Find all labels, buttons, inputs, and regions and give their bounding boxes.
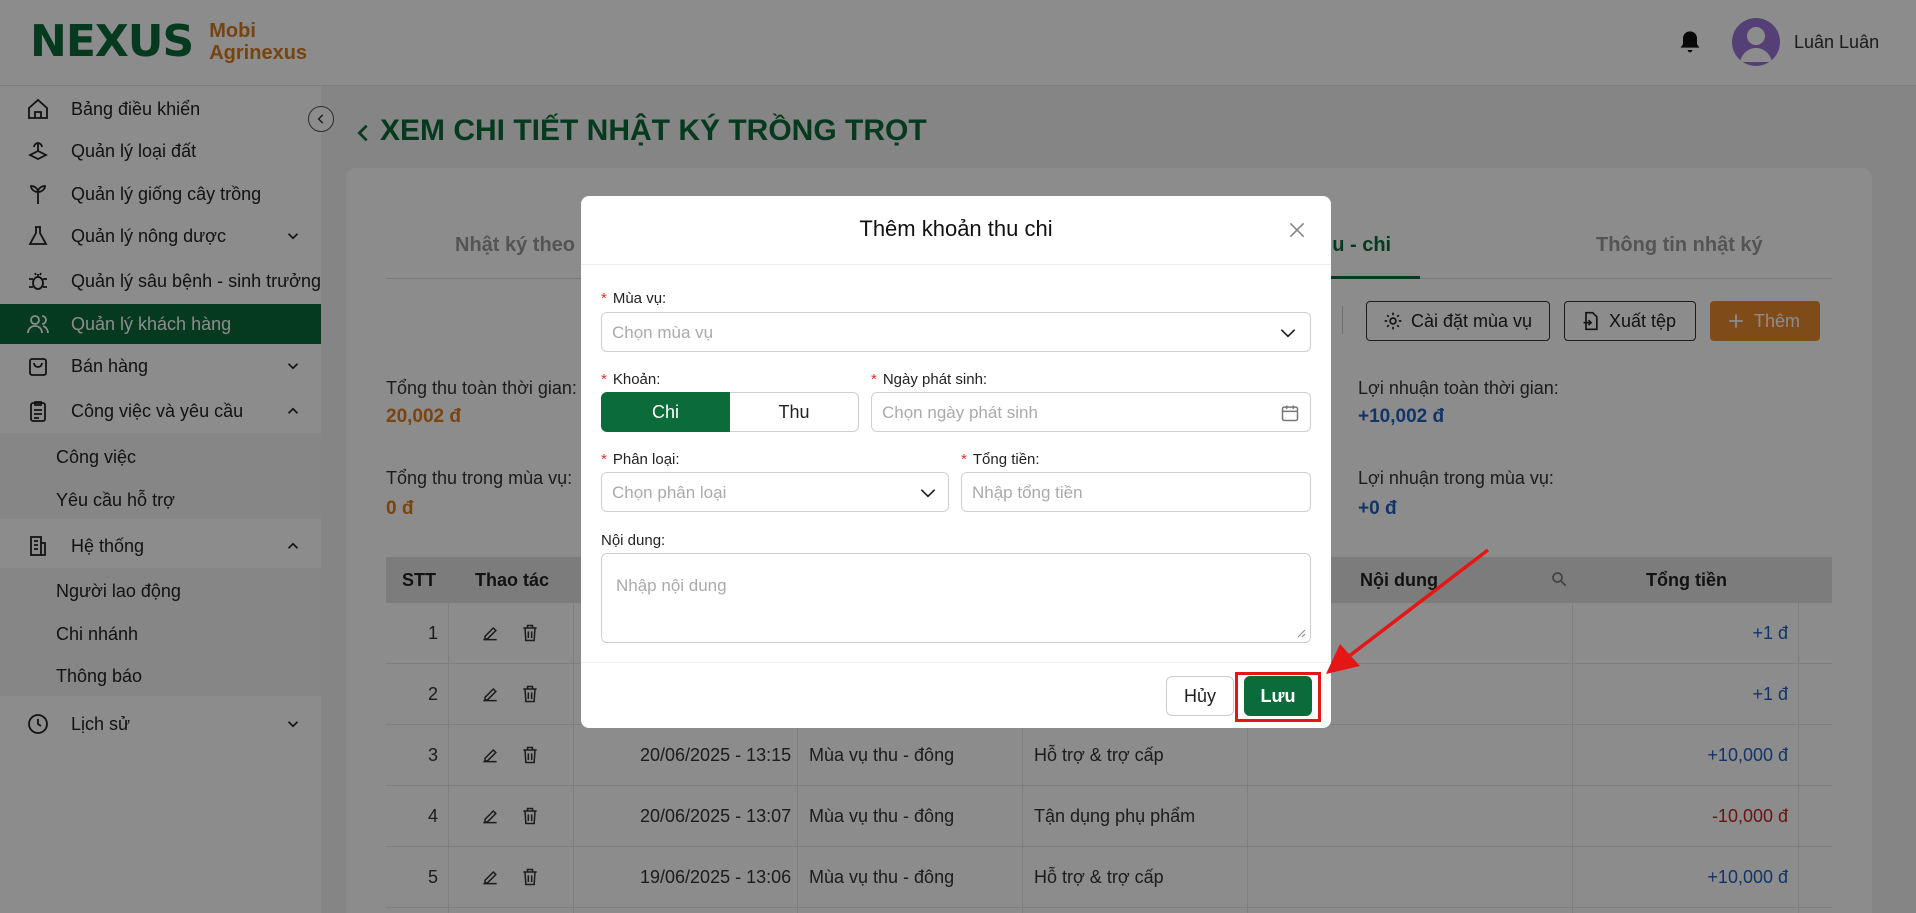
type-option-income[interactable]: Thu: [730, 392, 859, 432]
close-icon[interactable]: [1287, 220, 1307, 240]
type-toggle: Chi Thu: [601, 392, 859, 432]
category-label: * Phân loại:: [601, 451, 680, 468]
required-marker: *: [601, 290, 607, 307]
total-label: * Tổng tiền:: [961, 451, 1040, 468]
chevron-down-icon: [920, 489, 936, 498]
resize-handle-icon[interactable]: [1296, 628, 1306, 638]
date-label-text: Ngày phát sinh:: [882, 371, 988, 388]
required-marker: *: [601, 451, 607, 468]
total-label-text: Tổng tiền:: [972, 451, 1040, 468]
date-picker[interactable]: Chọn ngày phát sinh: [871, 392, 1311, 432]
date-label: * Ngày phát sinh:: [871, 371, 987, 388]
content-placeholder: Nhập nội dung: [616, 576, 727, 595]
content-textarea[interactable]: Nhập nội dung: [601, 553, 1311, 643]
save-highlight-box: [1235, 672, 1321, 722]
total-placeholder: Nhập tổng tiền: [972, 483, 1083, 502]
required-marker: *: [871, 371, 877, 388]
season-label: * Mùa vụ:: [601, 290, 666, 307]
modal-title: Thêm khoản thu chi: [859, 216, 1053, 241]
modal-footer-divider: [581, 662, 1331, 663]
required-marker: *: [961, 451, 967, 468]
pointer-arrow-icon: [1326, 548, 1490, 674]
chevron-down-icon: [1280, 329, 1296, 338]
category-label-text: Phân loại:: [612, 451, 680, 468]
season-placeholder: Chọn mùa vụ: [612, 323, 714, 342]
category-placeholder: Chọn phân loại: [612, 483, 727, 502]
content-label: Nội dung:: [601, 532, 666, 549]
type-label: * Khoản:: [601, 371, 660, 388]
calendar-icon: [1281, 405, 1299, 422]
date-placeholder: Chọn ngày phát sinh: [882, 403, 1038, 422]
type-option-expense[interactable]: Chi: [601, 392, 730, 432]
category-select[interactable]: Chọn phân loại: [601, 472, 949, 512]
modal-header-divider: [581, 264, 1331, 265]
required-marker: *: [601, 371, 607, 388]
cancel-button[interactable]: Hủy: [1166, 676, 1234, 716]
season-label-text: Mùa vụ:: [612, 290, 667, 307]
add-income-expense-modal: Thêm khoản thu chi * Mùa vụ: Chọn mùa vụ …: [581, 196, 1331, 728]
type-label-text: Khoản:: [612, 371, 661, 388]
season-select[interactable]: Chọn mùa vụ: [601, 312, 1311, 352]
total-input[interactable]: Nhập tổng tiền: [961, 472, 1311, 512]
